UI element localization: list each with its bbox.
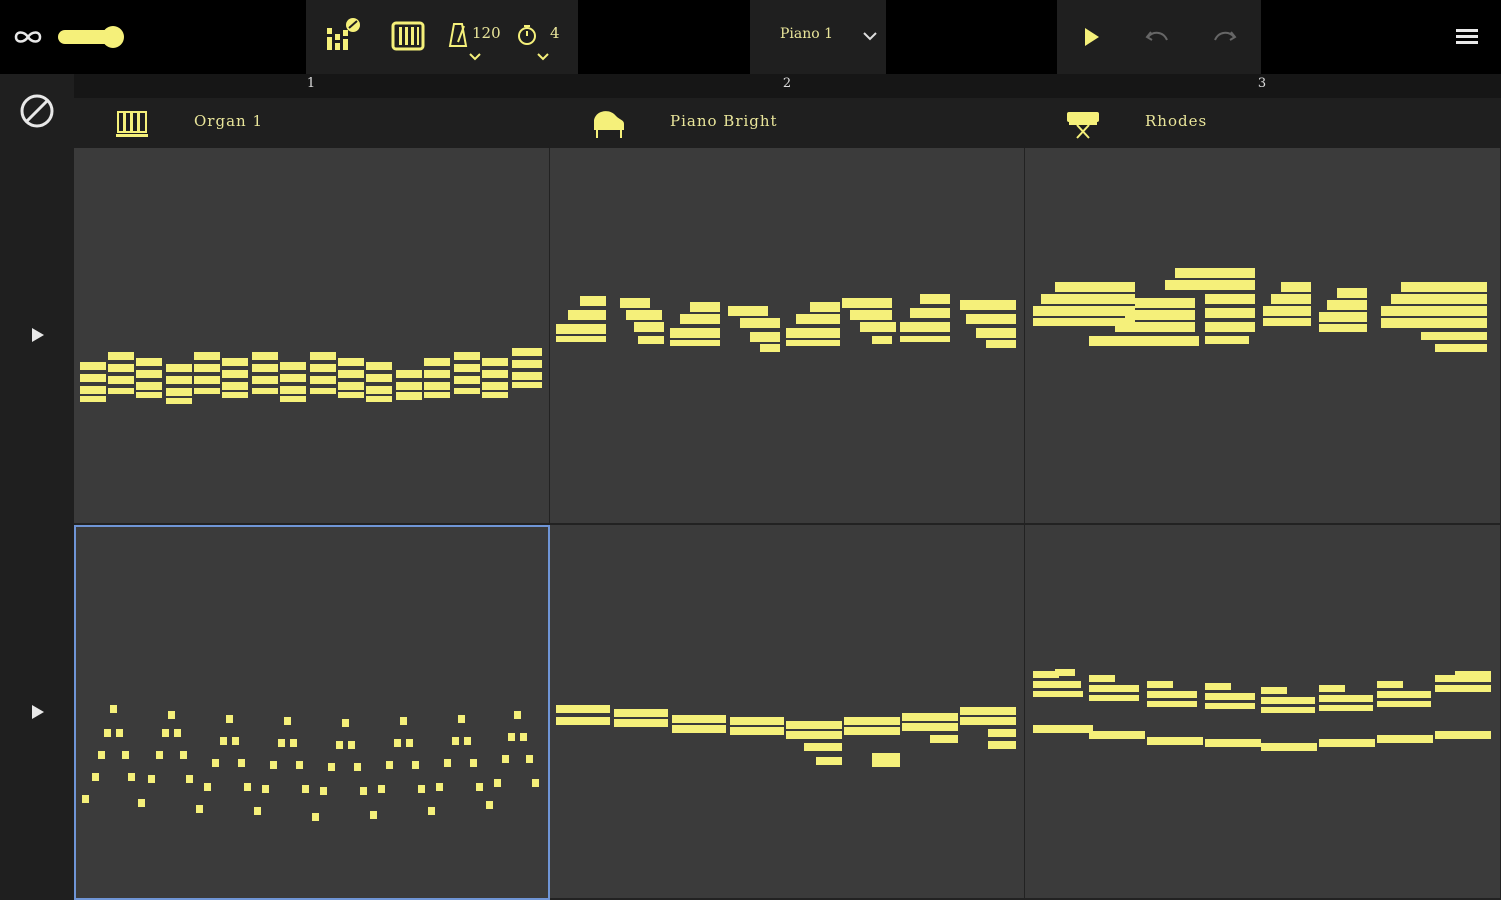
top-toolbar: 120 4 Piano 1 xyxy=(0,0,1501,74)
note-pattern xyxy=(556,705,1016,767)
chevron-down-icon[interactable] xyxy=(862,30,878,42)
instrument-select[interactable]: Piano 1 xyxy=(750,0,886,74)
track-name: Organ 1 xyxy=(194,112,263,130)
piano-keyboard-icon[interactable] xyxy=(390,18,426,54)
metronome-icon[interactable] xyxy=(448,20,468,50)
organ-icon xyxy=(114,106,150,140)
undo-icon[interactable] xyxy=(1143,24,1171,50)
column-number: 2 xyxy=(782,76,792,91)
volume-slider[interactable] xyxy=(58,24,124,50)
row-controls xyxy=(0,148,74,900)
row-1-play-button[interactable] xyxy=(22,320,52,350)
redo-icon[interactable] xyxy=(1211,24,1239,50)
tempo-chevron-down-icon[interactable] xyxy=(468,52,482,62)
column-number: 3 xyxy=(1257,76,1267,91)
pattern-cell-r2-c3[interactable] xyxy=(1025,525,1501,900)
pattern-cell-r1-c1[interactable] xyxy=(74,148,550,525)
play-icon[interactable] xyxy=(1079,24,1103,50)
pattern-cell-r1-c2[interactable] xyxy=(550,148,1025,525)
track-name: Rhodes xyxy=(1145,112,1208,130)
transport-group xyxy=(1057,0,1261,74)
note-pattern xyxy=(1033,669,1491,751)
pattern-grid xyxy=(74,148,1501,900)
tools-group: 120 4 xyxy=(306,0,578,74)
mixer-icon[interactable] xyxy=(322,16,362,56)
track-header-rhodes[interactable]: Rhodes xyxy=(1025,98,1501,148)
track-header-organ[interactable]: Organ 1 xyxy=(74,98,550,148)
note-pattern xyxy=(556,294,1016,352)
note-pattern xyxy=(1033,268,1487,352)
column-numbers: 1 2 3 xyxy=(0,74,1501,98)
infinity-icon[interactable] xyxy=(10,22,46,52)
grand-piano-icon xyxy=(590,106,626,140)
tempo-value[interactable]: 120 xyxy=(472,24,501,42)
play-icon xyxy=(32,705,44,719)
track-header-row: Organ 1 Piano Bright Rhodes xyxy=(0,98,1501,148)
play-icon xyxy=(32,328,44,342)
clear-button[interactable] xyxy=(0,74,74,148)
rhodes-icon xyxy=(1065,106,1101,140)
timer-value[interactable]: 4 xyxy=(550,24,560,42)
note-pattern xyxy=(80,348,542,404)
pattern-cell-r2-c1[interactable] xyxy=(74,525,550,900)
timer-icon[interactable] xyxy=(516,24,538,46)
menu-icon[interactable] xyxy=(1452,24,1482,50)
track-header-piano-bright[interactable]: Piano Bright xyxy=(550,98,1025,148)
column-number: 1 xyxy=(306,76,316,91)
note-pattern xyxy=(82,705,539,821)
timer-chevron-down-icon[interactable] xyxy=(536,52,550,62)
pattern-cell-r1-c3[interactable] xyxy=(1025,148,1501,525)
instrument-name: Piano 1 xyxy=(780,26,834,42)
row-2-play-button[interactable] xyxy=(22,697,52,727)
track-name: Piano Bright xyxy=(670,112,778,130)
pattern-cell-r2-c2[interactable] xyxy=(550,525,1025,900)
prohibited-icon xyxy=(20,94,54,128)
app-window: 120 4 Piano 1 1 2 3 Organ 1 Piano Bright… xyxy=(0,0,1501,900)
